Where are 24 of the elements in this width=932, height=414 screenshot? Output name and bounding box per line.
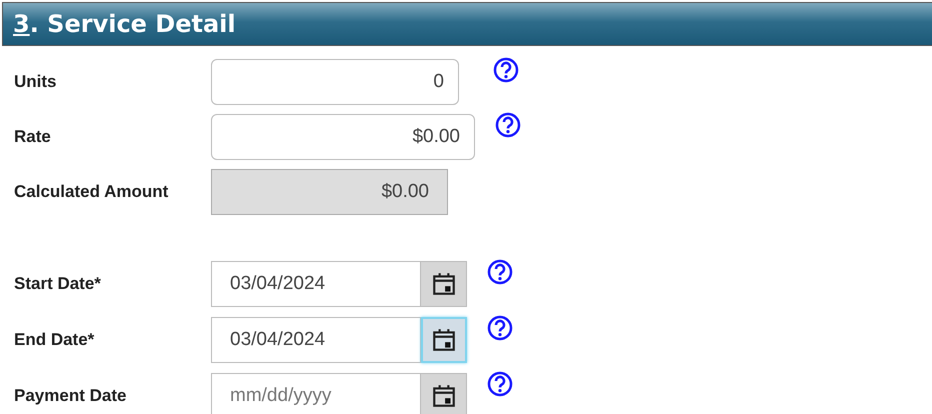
- field-label: Start Date*: [14, 274, 102, 294]
- help-icon[interactable]: [487, 371, 513, 397]
- section-title: 3. Service Detail: [13, 10, 236, 38]
- calendar-icon: [430, 271, 456, 297]
- help-icon[interactable]: [495, 112, 521, 138]
- field-label: Rate: [14, 127, 52, 147]
- calendar-icon: [430, 383, 456, 409]
- help-icon[interactable]: [487, 315, 513, 341]
- calendar-button[interactable]: [421, 261, 467, 307]
- input-field[interactable]: $0.00: [211, 114, 475, 160]
- date-field[interactable]: 03/04/2024: [211, 261, 421, 307]
- calendar-button[interactable]: [421, 373, 467, 414]
- calculated-amount-field[interactable]: $0.00: [211, 169, 448, 215]
- field-label: Calculated Amount: [14, 182, 170, 202]
- field-label: Units: [14, 72, 58, 92]
- date-field[interactable]: 03/04/2024: [211, 317, 421, 363]
- field-label: Payment Date: [14, 386, 128, 406]
- field-label: End Date*: [14, 330, 96, 350]
- input-field[interactable]: 0: [211, 59, 459, 105]
- date-field[interactable]: mm/dd/yyyy: [211, 373, 421, 414]
- calendar-icon: [431, 327, 457, 353]
- help-icon[interactable]: [493, 57, 519, 83]
- help-icon[interactable]: [487, 259, 513, 285]
- calendar-button[interactable]: [421, 317, 467, 363]
